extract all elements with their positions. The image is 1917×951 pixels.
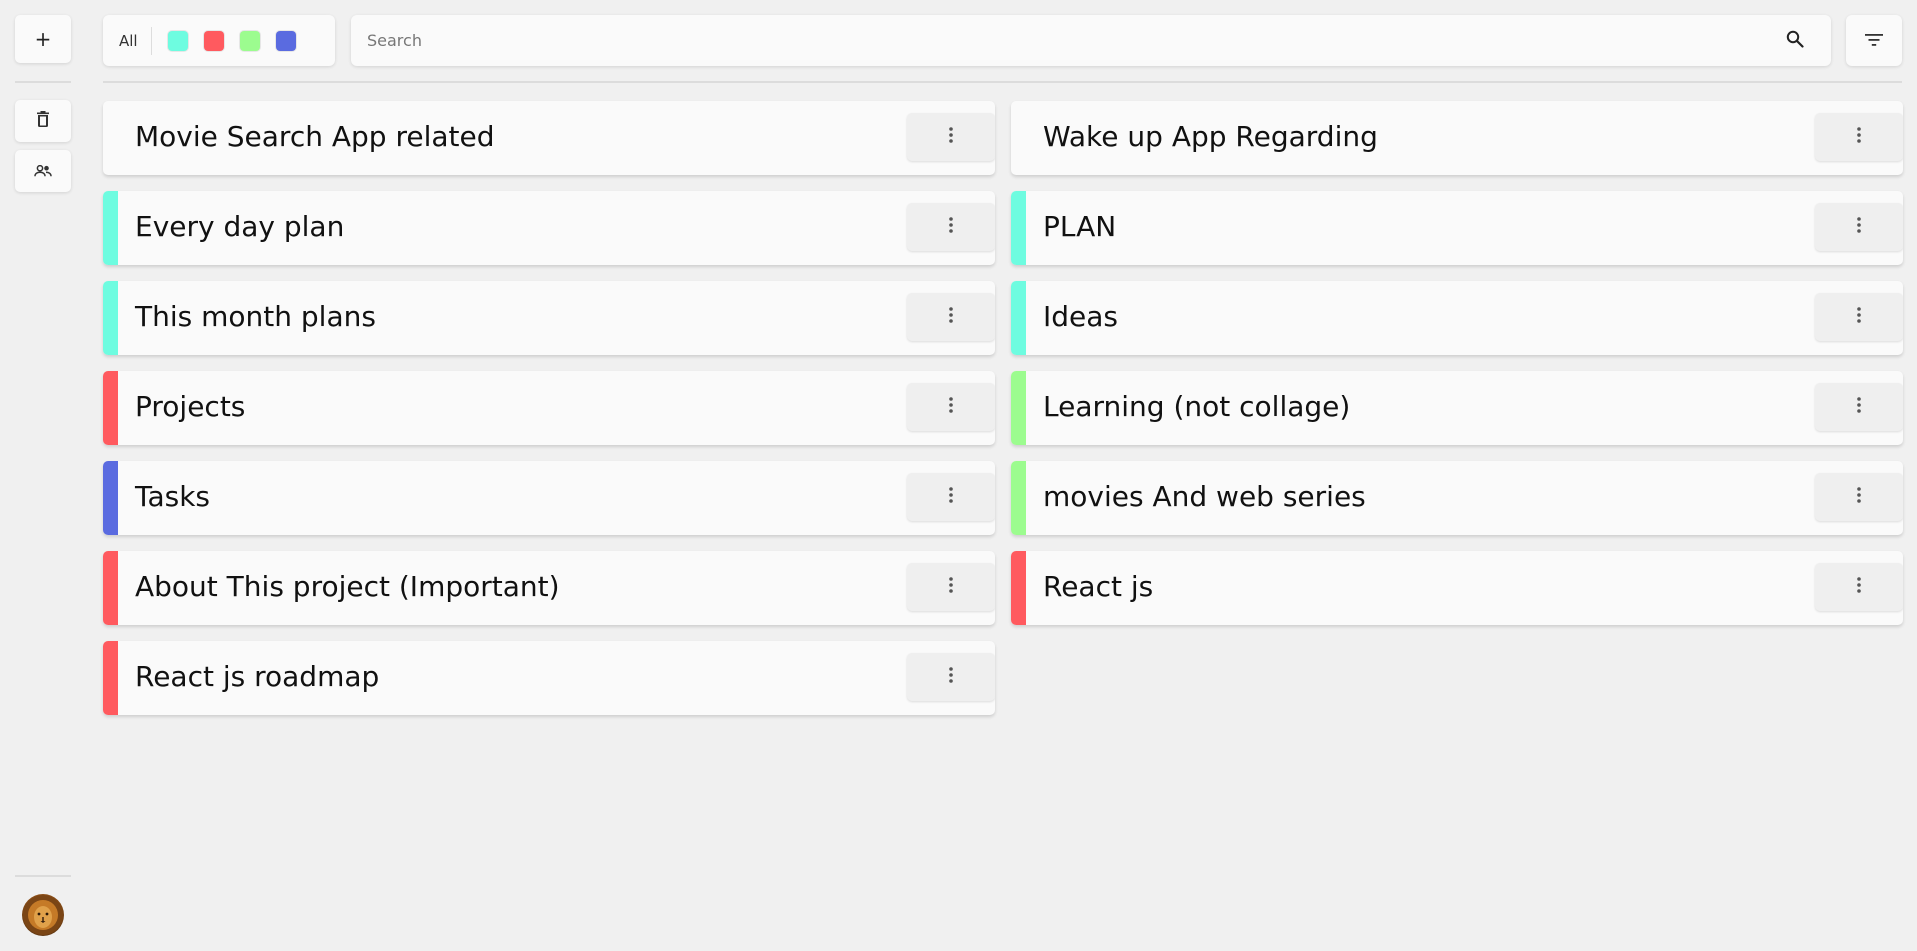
note-color-strip bbox=[1011, 371, 1026, 445]
note-menu-button[interactable] bbox=[1815, 113, 1903, 161]
note-card[interactable]: Learning (not collage) bbox=[1011, 371, 1903, 445]
filter-color-red[interactable] bbox=[203, 30, 224, 51]
filter-all[interactable]: All bbox=[119, 26, 152, 55]
more-vert-icon bbox=[949, 487, 953, 507]
note-menu-button[interactable] bbox=[907, 473, 995, 521]
trash-icon bbox=[36, 111, 50, 131]
note-color-strip bbox=[1011, 551, 1026, 625]
more-vert-icon bbox=[949, 307, 953, 327]
more-vert-icon bbox=[949, 397, 953, 417]
note-color-strip bbox=[103, 641, 118, 715]
filter-color-cyan[interactable] bbox=[167, 30, 188, 51]
more-vert-icon bbox=[1857, 217, 1861, 237]
color-filter-bar: All bbox=[103, 15, 335, 66]
header-divider bbox=[103, 81, 1902, 83]
note-color-strip bbox=[1011, 191, 1026, 265]
note-title: PLAN bbox=[1043, 210, 1117, 243]
more-vert-icon bbox=[949, 667, 953, 687]
sort-filter-icon bbox=[1865, 31, 1883, 50]
search-icon bbox=[1786, 30, 1804, 52]
note-card[interactable]: React js bbox=[1011, 551, 1903, 625]
plus-icon: + bbox=[34, 27, 52, 51]
note-card[interactable]: Movie Search App related bbox=[103, 101, 995, 175]
note-color-strip bbox=[1011, 281, 1026, 355]
search-bar bbox=[351, 15, 1831, 66]
note-title: React js roadmap bbox=[135, 660, 380, 693]
shared-people-button[interactable] bbox=[15, 150, 71, 192]
note-menu-button[interactable] bbox=[907, 113, 995, 161]
note-color-strip bbox=[1011, 461, 1026, 535]
note-title: Tasks bbox=[135, 480, 211, 513]
note-card[interactable]: This month plans bbox=[103, 281, 995, 355]
note-card[interactable]: React js roadmap bbox=[103, 641, 995, 715]
lion-avatar-icon bbox=[23, 895, 63, 935]
note-card[interactable]: Wake up App Regarding bbox=[1011, 101, 1903, 175]
note-menu-button[interactable] bbox=[907, 203, 995, 251]
more-vert-icon bbox=[949, 577, 953, 597]
note-title: Ideas bbox=[1043, 300, 1119, 333]
sidebar-divider bbox=[15, 81, 71, 83]
note-color-strip bbox=[103, 461, 118, 535]
sort-filter-button[interactable] bbox=[1846, 15, 1902, 66]
note-color-strip bbox=[103, 551, 118, 625]
note-card[interactable]: Tasks bbox=[103, 461, 995, 535]
note-color-strip bbox=[103, 191, 118, 265]
note-title: Learning (not collage) bbox=[1043, 390, 1351, 423]
more-vert-icon bbox=[949, 217, 953, 237]
more-vert-icon bbox=[1857, 487, 1861, 507]
note-menu-button[interactable] bbox=[1815, 383, 1903, 431]
more-vert-icon bbox=[1857, 397, 1861, 417]
add-note-button[interactable]: + bbox=[15, 15, 71, 63]
note-title: About This project (Important) bbox=[135, 570, 560, 603]
note-title: movies And web series bbox=[1043, 480, 1366, 513]
filter-color-blue[interactable] bbox=[275, 30, 296, 51]
search-input[interactable] bbox=[367, 20, 1775, 61]
note-menu-button[interactable] bbox=[1815, 473, 1903, 521]
note-menu-button[interactable] bbox=[907, 383, 995, 431]
note-menu-button[interactable] bbox=[1815, 293, 1903, 341]
more-vert-icon bbox=[1857, 307, 1861, 327]
note-title: React js bbox=[1043, 570, 1154, 603]
note-color-strip bbox=[103, 371, 118, 445]
filter-color-green[interactable] bbox=[239, 30, 260, 51]
note-menu-button[interactable] bbox=[1815, 203, 1903, 251]
note-card[interactable]: About This project (Important) bbox=[103, 551, 995, 625]
avatar[interactable] bbox=[22, 894, 64, 936]
sidebar-bottom-divider bbox=[15, 875, 71, 877]
note-card[interactable]: Every day plan bbox=[103, 191, 995, 265]
more-vert-icon bbox=[1857, 127, 1861, 147]
search-button[interactable] bbox=[1775, 21, 1815, 61]
note-card[interactable]: movies And web series bbox=[1011, 461, 1903, 535]
note-title: Every day plan bbox=[135, 210, 345, 243]
note-card[interactable]: Ideas bbox=[1011, 281, 1903, 355]
note-title: Wake up App Regarding bbox=[1043, 120, 1378, 153]
trash-button[interactable] bbox=[15, 100, 71, 142]
sidebar: + bbox=[15, 0, 71, 951]
note-title: Projects bbox=[135, 390, 246, 423]
note-menu-button[interactable] bbox=[907, 653, 995, 701]
note-card[interactable]: PLAN bbox=[1011, 191, 1903, 265]
note-menu-button[interactable] bbox=[1815, 563, 1903, 611]
note-color-strip bbox=[103, 281, 118, 355]
notes-app: + All Search Movie Search App related Ev… bbox=[0, 0, 1917, 951]
more-vert-icon bbox=[949, 127, 953, 147]
note-title: Movie Search App related bbox=[135, 120, 495, 153]
note-card[interactable]: Projects bbox=[103, 371, 995, 445]
note-title: This month plans bbox=[135, 300, 376, 333]
note-menu-button[interactable] bbox=[907, 293, 995, 341]
people-icon bbox=[34, 162, 52, 181]
note-menu-button[interactable] bbox=[907, 563, 995, 611]
more-vert-icon bbox=[1857, 577, 1861, 597]
